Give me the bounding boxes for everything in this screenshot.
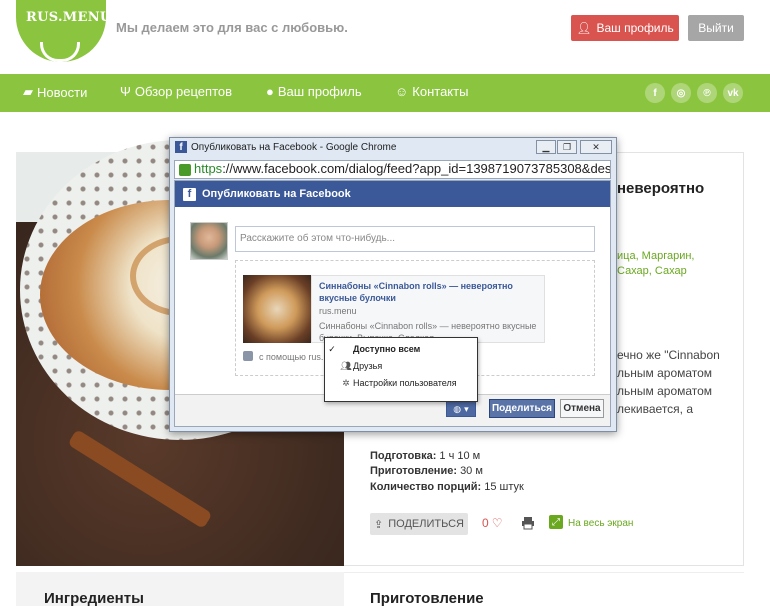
recipe-tags-line1[interactable]: ица, Маргарин, bbox=[617, 250, 694, 262]
attachment-thumbnail bbox=[243, 275, 311, 343]
friends-icon: 👥︎ bbox=[340, 360, 352, 371]
fork-knife-icon: Ψ bbox=[120, 84, 131, 99]
servings-value: 15 штук bbox=[484, 481, 524, 493]
audience-option-label: Друзья bbox=[353, 361, 383, 371]
share-button-label: ПОДЕЛИТЬСЯ bbox=[388, 518, 464, 530]
attachment-domain: rus.menu bbox=[319, 306, 357, 316]
address-bar[interactable]: https://www.facebook.com/dialog/feed?app… bbox=[174, 160, 611, 179]
user-icon: 👤︎ bbox=[576, 21, 592, 35]
ingredients-heading: Ингредиенты bbox=[44, 590, 144, 606]
fullscreen-icon[interactable]: ⤢ bbox=[549, 515, 563, 529]
prep-time-label: Подготовка: bbox=[370, 450, 437, 462]
audience-option-label: Доступно всем bbox=[353, 344, 421, 354]
cook-time-value: 30 м bbox=[460, 465, 483, 477]
audience-dropdown: ✓ Доступно всем 👥︎ Друзья ✲ Настройки по… bbox=[324, 337, 478, 402]
book-icon: ▰ bbox=[23, 84, 33, 99]
logo-text: RUS.MENU bbox=[26, 10, 112, 25]
close-button[interactable]: ✕ bbox=[580, 140, 612, 154]
heart-icon: ♡ bbox=[491, 516, 503, 530]
like-button[interactable]: 0 ♡ bbox=[482, 516, 502, 530]
message-input[interactable]: Расскажите об этом что-нибудь... bbox=[235, 226, 595, 252]
nav-item-label: Обзор рецептов bbox=[134, 84, 233, 99]
restore-button[interactable]: ❐ bbox=[557, 140, 577, 154]
dialog-header: f Опубликовать на Facebook bbox=[175, 181, 610, 207]
recipe-title: невероятно bbox=[617, 180, 705, 197]
attachment-title[interactable]: Синнабоны «Cinnabon rolls» — невероятно … bbox=[319, 280, 539, 304]
preparation-heading: Приготовление bbox=[370, 590, 484, 606]
post-button[interactable]: Поделиться bbox=[489, 399, 555, 418]
url-scheme: https bbox=[194, 161, 223, 176]
recipe-desc-line: ечно же "Cinnabon bbox=[617, 348, 720, 362]
audience-option-friends[interactable]: 👥︎ Друзья bbox=[325, 358, 477, 374]
print-icon[interactable] bbox=[521, 516, 535, 530]
prep-time: Подготовка: 1 ч 10 м bbox=[370, 450, 480, 462]
nav-item-recipes[interactable]: Ψ Обзор рецептов bbox=[120, 84, 232, 99]
recipe-tags-line2[interactable]: Сахар, Сахар bbox=[617, 265, 687, 277]
main-nav: ▰ Новости Ψ Обзор рецептов ● Ваш профиль… bbox=[0, 74, 770, 112]
instagram-icon[interactable]: ◎ bbox=[671, 83, 691, 103]
site-tagline: Мы делаем это для вас с любовью. bbox=[116, 20, 348, 35]
smile-icon: ☺ bbox=[395, 84, 409, 99]
avatar bbox=[190, 222, 228, 260]
nav-item-label: Ваш профиль bbox=[277, 84, 362, 99]
audience-option-public[interactable]: ✓ Доступно всем bbox=[325, 341, 477, 357]
profile-button-label: Ваш профиль bbox=[596, 21, 674, 35]
recipe-desc-line: льным ароматом bbox=[617, 384, 713, 398]
exit-button[interactable]: Выйти bbox=[688, 15, 744, 41]
pinterest-icon[interactable]: ℗ bbox=[697, 83, 717, 103]
profile-button[interactable]: 👤︎ Ваш профиль bbox=[571, 15, 679, 41]
facebook-icon[interactable]: f bbox=[645, 83, 665, 103]
nav-item-label: Новости bbox=[37, 84, 88, 100]
app-icon bbox=[243, 351, 253, 361]
servings: Количество порций: 15 штук bbox=[370, 481, 524, 493]
recipe-desc-line: льным ароматом bbox=[617, 366, 713, 380]
recipe-desc-line: лекивается, а bbox=[617, 402, 694, 416]
globe-icon: ◍ bbox=[453, 403, 462, 414]
facebook-icon: f bbox=[183, 187, 196, 201]
nav-item-label: Контакты bbox=[412, 84, 469, 99]
vk-icon[interactable]: vk bbox=[723, 83, 743, 103]
audience-selector[interactable]: ◍ ▾ bbox=[446, 401, 476, 417]
nav-item-contacts[interactable]: ☺ Контакты bbox=[395, 84, 468, 99]
prep-time-value: 1 ч 10 м bbox=[439, 450, 481, 462]
lock-icon bbox=[179, 164, 191, 176]
window-titlebar[interactable]: f Опубликовать на Facebook - Google Chro… bbox=[170, 138, 616, 158]
like-count: 0 bbox=[482, 516, 489, 530]
audience-option-label: Настройки пользователя bbox=[353, 378, 457, 388]
user-icon: ● bbox=[266, 84, 274, 99]
fullscreen-label[interactable]: На весь экран bbox=[568, 518, 633, 529]
gear-icon: ✲ bbox=[342, 377, 350, 388]
nav-item-profile[interactable]: ● Ваш профиль bbox=[266, 84, 362, 99]
audience-option-custom[interactable]: ✲ Настройки пользователя bbox=[325, 375, 477, 391]
cancel-button[interactable]: Отмена bbox=[560, 399, 604, 418]
cook-time: Приготовление: 30 м bbox=[370, 465, 483, 477]
minimize-button[interactable]: ▁ bbox=[536, 140, 556, 154]
share-icon: ⇪ bbox=[374, 518, 384, 531]
servings-label: Количество порций: bbox=[370, 481, 482, 493]
nav-item-news[interactable]: ▰ Новости bbox=[23, 84, 87, 100]
cook-time-label: Приготовление: bbox=[370, 465, 457, 477]
dialog-title: Опубликовать на Facebook bbox=[202, 188, 351, 200]
chevron-down-icon: ▾ bbox=[464, 403, 469, 414]
url-text: ://www.facebook.com/dialog/feed?app_id=1… bbox=[222, 161, 611, 176]
via-text: с помощью rus. bbox=[259, 352, 324, 362]
checkmark-icon: ✓ bbox=[328, 343, 336, 354]
window-title: Опубликовать на Facebook - Google Chrome bbox=[191, 142, 397, 153]
facebook-icon: f bbox=[175, 141, 187, 153]
share-button[interactable]: ⇪ ПОДЕЛИТЬСЯ bbox=[370, 513, 468, 535]
